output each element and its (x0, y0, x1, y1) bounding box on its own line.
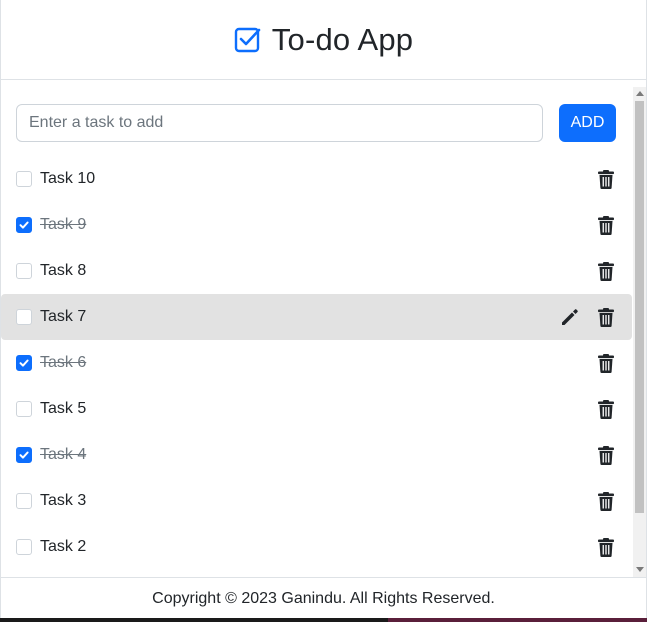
scrollbar[interactable] (633, 87, 646, 577)
task-label: Task 3 (40, 492, 87, 509)
task-row[interactable]: Task 3 (1, 478, 632, 524)
footer: Copyright © 2023 Ganindu. All Rights Res… (1, 577, 646, 619)
scroll-down-arrow-icon[interactable] (636, 567, 644, 572)
trash-icon[interactable] (597, 215, 615, 235)
task-checkbox[interactable] (16, 309, 32, 325)
task-row[interactable]: Task 10 (1, 156, 632, 202)
copyright-text: Copyright © 2023 Ganindu. All Rights Res… (152, 589, 495, 607)
task-checkbox[interactable] (16, 217, 32, 233)
task-checkbox[interactable] (16, 447, 32, 463)
task-checkbox[interactable] (16, 355, 32, 371)
trash-icon[interactable] (597, 261, 615, 281)
add-task-form: ADD (16, 104, 616, 142)
task-label: Task 8 (40, 262, 87, 279)
task-checkbox[interactable] (16, 493, 32, 509)
task-row[interactable]: Task 6 (1, 340, 632, 386)
task-label: Task 2 (40, 538, 87, 555)
task-row[interactable]: Task 7 (1, 294, 632, 340)
task-row[interactable]: Task 9 (1, 202, 632, 248)
task-label: Task 9 (40, 216, 87, 233)
task-list: Task 10 Task 9 Task 8 Task 7 Task 6 Task 5 Tas… (1, 156, 632, 570)
task-checkbox[interactable] (16, 539, 32, 555)
main-content: ADD Task 10Task 9Task 8Task 7Task 6Task … (1, 80, 646, 576)
check-square-icon (234, 26, 262, 54)
task-row[interactable]: Task 8 (1, 248, 632, 294)
desktop-strip (0, 618, 647, 622)
app-header: To-do App (1, 0, 646, 80)
task-checkbox[interactable] (16, 263, 32, 279)
page-title: To-do App (271, 21, 414, 57)
add-button[interactable]: ADD (559, 104, 616, 142)
task-label: Task 7 (40, 308, 87, 325)
task-row[interactable]: Task 4 (1, 432, 632, 478)
task-label: Task 4 (40, 446, 87, 463)
task-row[interactable]: Task 2 (1, 524, 632, 570)
task-label: Task 6 (40, 354, 87, 371)
task-checkbox[interactable] (16, 401, 32, 417)
task-row[interactable]: Task 5 (1, 386, 632, 432)
trash-icon[interactable] (597, 399, 615, 419)
scroll-up-arrow-icon[interactable] (636, 91, 644, 96)
trash-icon[interactable] (597, 169, 615, 189)
desktop-strip-accent (388, 618, 647, 622)
task-checkbox[interactable] (16, 171, 32, 187)
trash-icon[interactable] (597, 307, 615, 327)
task-label: Task 10 (40, 170, 96, 187)
trash-icon[interactable] (597, 353, 615, 373)
trash-icon[interactable] (597, 491, 615, 511)
task-label: Task 5 (40, 400, 87, 417)
pencil-icon[interactable] (560, 307, 580, 327)
scrollbar-thumb[interactable] (635, 101, 644, 513)
trash-icon[interactable] (597, 445, 615, 465)
trash-icon[interactable] (597, 537, 615, 557)
todo-app: To-do App ADD Task 10Task 9Task 8Task 7T… (0, 0, 647, 622)
task-input[interactable] (16, 104, 543, 142)
